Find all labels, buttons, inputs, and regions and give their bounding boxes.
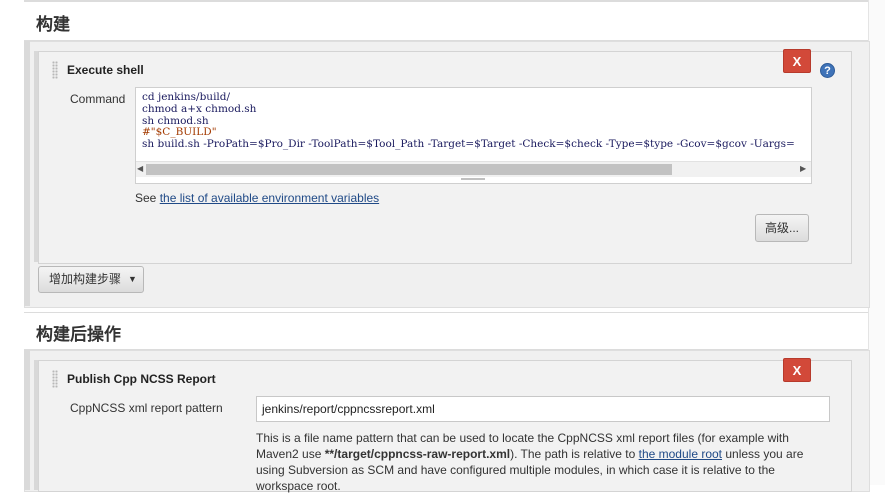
section-title-build: 构建 (36, 15, 70, 35)
section-top-border (24, 0, 868, 2)
add-build-step-label: 增加构建步骤 (49, 272, 122, 286)
scroll-left-arrow-icon[interactable]: ◀ (137, 164, 143, 173)
code-line: chmod a+x chmod.sh (142, 102, 257, 115)
step-left-bar (34, 51, 38, 262)
scroll-right-arrow-icon[interactable]: ▶ (800, 164, 806, 173)
desc-text: ). The path is relative to (510, 447, 639, 461)
add-build-step-button[interactable]: 增加构建步骤 ▼ (38, 266, 144, 293)
help-icon[interactable]: ? (820, 63, 835, 78)
step-title-publish-cppncss: Publish Cpp NCSS Report (67, 372, 216, 386)
env-note-prefix: See (135, 191, 157, 205)
delete-step-button[interactable]: X (783, 49, 811, 73)
desc-example-path: **/target/cppncss-raw-report.xml (324, 447, 511, 461)
drag-handle-icon[interactable] (52, 370, 58, 388)
horizontal-scrollbar[interactable]: ◀ ▶ (136, 161, 811, 177)
page-scrollbar[interactable] (868, 0, 885, 485)
delete-post-step-button[interactable]: X (783, 358, 811, 382)
report-pattern-label: CppNCSS xml report pattern (70, 401, 223, 415)
drag-handle-icon[interactable] (52, 61, 58, 79)
code-line: sh chmod.sh (142, 114, 209, 127)
command-textarea[interactable]: cd jenkins/build/chmod a+x chmod.sh sh ch… (135, 87, 812, 184)
build-section: 构建 Execute shell X ? Command cd jenkins/… (0, 0, 870, 308)
command-code: cd jenkins/build/chmod a+x chmod.sh sh ch… (142, 91, 795, 151)
env-variables-note: See the list of available environment va… (135, 191, 379, 205)
scrollbar-thumb[interactable] (146, 164, 672, 175)
command-label: Command (70, 92, 126, 106)
step-left-bar (34, 360, 38, 490)
section-title-post-build: 构建后操作 (36, 325, 121, 345)
resize-grip-icon[interactable] (461, 178, 485, 180)
env-variables-link[interactable]: the list of available environment variab… (160, 191, 379, 205)
section-divider (24, 312, 868, 313)
step-title-execute-shell: Execute shell (67, 63, 144, 77)
code-line: sh build.sh -ProPath=$Pro_Dir -ToolPath=… (142, 138, 795, 151)
report-pattern-input[interactable]: jenkins/report/cppncssreport.xml (256, 396, 830, 422)
module-root-link[interactable]: the module root (639, 447, 722, 461)
panel-left-bar (24, 350, 30, 490)
advanced-button[interactable]: 高级... (755, 214, 809, 242)
dropdown-caret-icon: ▼ (128, 274, 137, 284)
report-pattern-description: This is a file name pattern that can be … (256, 430, 826, 494)
panel-left-bar (24, 41, 30, 306)
